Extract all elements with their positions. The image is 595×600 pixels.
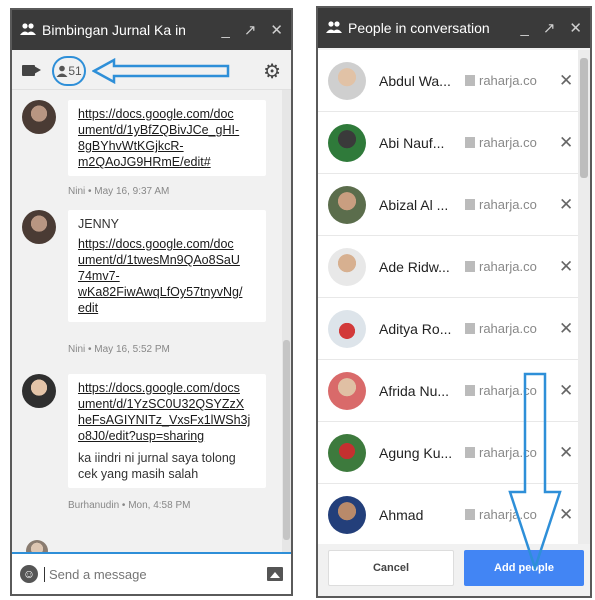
- member-org: raharja.co: [465, 73, 545, 88]
- close-icon[interactable]: ✕: [559, 319, 573, 339]
- annotation-arrow-down: [508, 372, 562, 572]
- building-icon: [465, 75, 475, 86]
- building-icon: [465, 261, 475, 272]
- list-item[interactable]: Ade Ridw... raharja.co ✕: [318, 236, 580, 298]
- close-icon[interactable]: ✕: [559, 195, 573, 215]
- list-item[interactable]: Abizal Al ... raharja.co ✕: [318, 174, 580, 236]
- message-bubble: JENNY https://docs.google.com/doc ument/d…: [68, 210, 266, 322]
- gear-icon[interactable]: ⚙: [263, 59, 281, 84]
- member-name: Ahmad: [379, 506, 424, 523]
- building-icon: [465, 447, 475, 458]
- message-item: https://docs.google.com/doc ument/d/1yBfZ…: [22, 100, 266, 176]
- message-bubble: https://docs.google.com/doc ument/d/1yBfZ…: [68, 100, 266, 176]
- people-titlebar: People in conversation _ ↗ ✕: [318, 8, 590, 48]
- member-name: Afrida Nu...: [379, 382, 450, 399]
- message-link[interactable]: https://docs.google.com/doc ument/d/1yBfZ…: [78, 106, 256, 170]
- popout-icon[interactable]: ↗: [244, 21, 257, 39]
- avatar: [328, 433, 366, 472]
- message-meta: Burhanudin • Mon, 4:58 PM: [68, 500, 191, 511]
- people-icon: [326, 20, 342, 36]
- people-icon: [20, 22, 36, 38]
- message-meta: Nini • May 16, 9:37 AM: [68, 186, 170, 197]
- scrollbar-thumb[interactable]: [580, 58, 588, 178]
- smiley-icon[interactable]: ☺: [20, 565, 38, 583]
- avatar: [328, 495, 366, 534]
- avatar: [328, 123, 366, 162]
- people-count-button[interactable]: 51: [52, 56, 86, 86]
- chat-scrollbar[interactable]: [282, 90, 291, 560]
- close-icon[interactable]: ✕: [559, 71, 573, 91]
- chat-titlebar: Bimbingan Jurnal Ka in _ ↗ ✕: [12, 10, 291, 50]
- building-icon: [465, 137, 475, 148]
- avatar: [328, 247, 366, 286]
- member-name: Abi Nauf...: [379, 134, 445, 151]
- avatar: [328, 61, 366, 100]
- image-icon[interactable]: [267, 567, 283, 581]
- list-item[interactable]: Abi Nauf... raharja.co ✕: [318, 112, 580, 174]
- message-input[interactable]: [44, 566, 267, 582]
- close-icon[interactable]: ✕: [270, 21, 283, 39]
- list-item[interactable]: Aditya Ro... raharja.co ✕: [318, 298, 580, 360]
- scrollbar-thumb[interactable]: [283, 340, 290, 540]
- close-icon[interactable]: ✕: [559, 133, 573, 153]
- people-scrollbar[interactable]: [578, 50, 590, 547]
- member-name: Abdul Wa...: [379, 72, 451, 89]
- chat-toolbar: 51 ⚙: [12, 50, 291, 90]
- building-icon: [465, 509, 475, 520]
- people-title: People in conversation: [348, 20, 490, 36]
- building-icon: [465, 199, 475, 210]
- member-name: Ade Ridw...: [379, 258, 450, 275]
- building-icon: [465, 385, 475, 396]
- member-name: Aditya Ro...: [379, 320, 452, 337]
- list-item[interactable]: Abdul Wa... raharja.co ✕: [318, 50, 580, 112]
- member-org: raharja.co: [465, 259, 545, 274]
- avatar: [328, 185, 366, 224]
- annotation-arrow-left: [92, 58, 230, 84]
- building-icon: [465, 323, 475, 334]
- message-item: https://docs.google.com/docs ument/d/1YzS…: [22, 374, 266, 488]
- chat-window: Bimbingan Jurnal Ka in _ ↗ ✕ 51 ⚙ https:…: [10, 8, 293, 596]
- avatar: [22, 374, 56, 408]
- message-link[interactable]: https://docs.google.com/docs ument/d/1YzS…: [78, 380, 256, 444]
- message-sender: JENNY: [78, 217, 119, 231]
- member-name: Agung Ku...: [379, 444, 453, 461]
- person-icon: [56, 65, 68, 77]
- message-meta: Nini • May 16, 5:52 PM: [68, 344, 170, 355]
- close-icon[interactable]: ✕: [569, 19, 582, 37]
- message-item: JENNY https://docs.google.com/doc ument/d…: [22, 210, 266, 322]
- people-count: 51: [68, 64, 82, 78]
- chat-title: Bimbingan Jurnal Ka in: [42, 22, 186, 38]
- cancel-button[interactable]: Cancel: [328, 550, 454, 586]
- avatar: [22, 100, 56, 134]
- minimize-icon[interactable]: _: [222, 22, 230, 39]
- member-org: raharja.co: [465, 321, 545, 336]
- message-composer: ☺: [12, 552, 291, 594]
- close-icon[interactable]: ✕: [559, 257, 573, 277]
- message-list: https://docs.google.com/doc ument/d/1yBfZ…: [12, 90, 282, 560]
- message-link[interactable]: https://docs.google.com/doc ument/d/1twes…: [78, 236, 256, 316]
- minimize-icon[interactable]: _: [521, 20, 529, 37]
- avatar: [328, 309, 366, 348]
- avatar: [328, 371, 366, 410]
- popout-icon[interactable]: ↗: [543, 19, 556, 37]
- member-org: raharja.co: [465, 197, 545, 212]
- message-text: ka iindri ni jurnal saya tolong cek yang …: [78, 451, 236, 481]
- video-icon[interactable]: [22, 64, 42, 76]
- avatar: [22, 210, 56, 244]
- message-bubble: https://docs.google.com/docs ument/d/1YzS…: [68, 374, 266, 488]
- member-name: Abizal Al ...: [379, 196, 449, 213]
- member-org: raharja.co: [465, 135, 545, 150]
